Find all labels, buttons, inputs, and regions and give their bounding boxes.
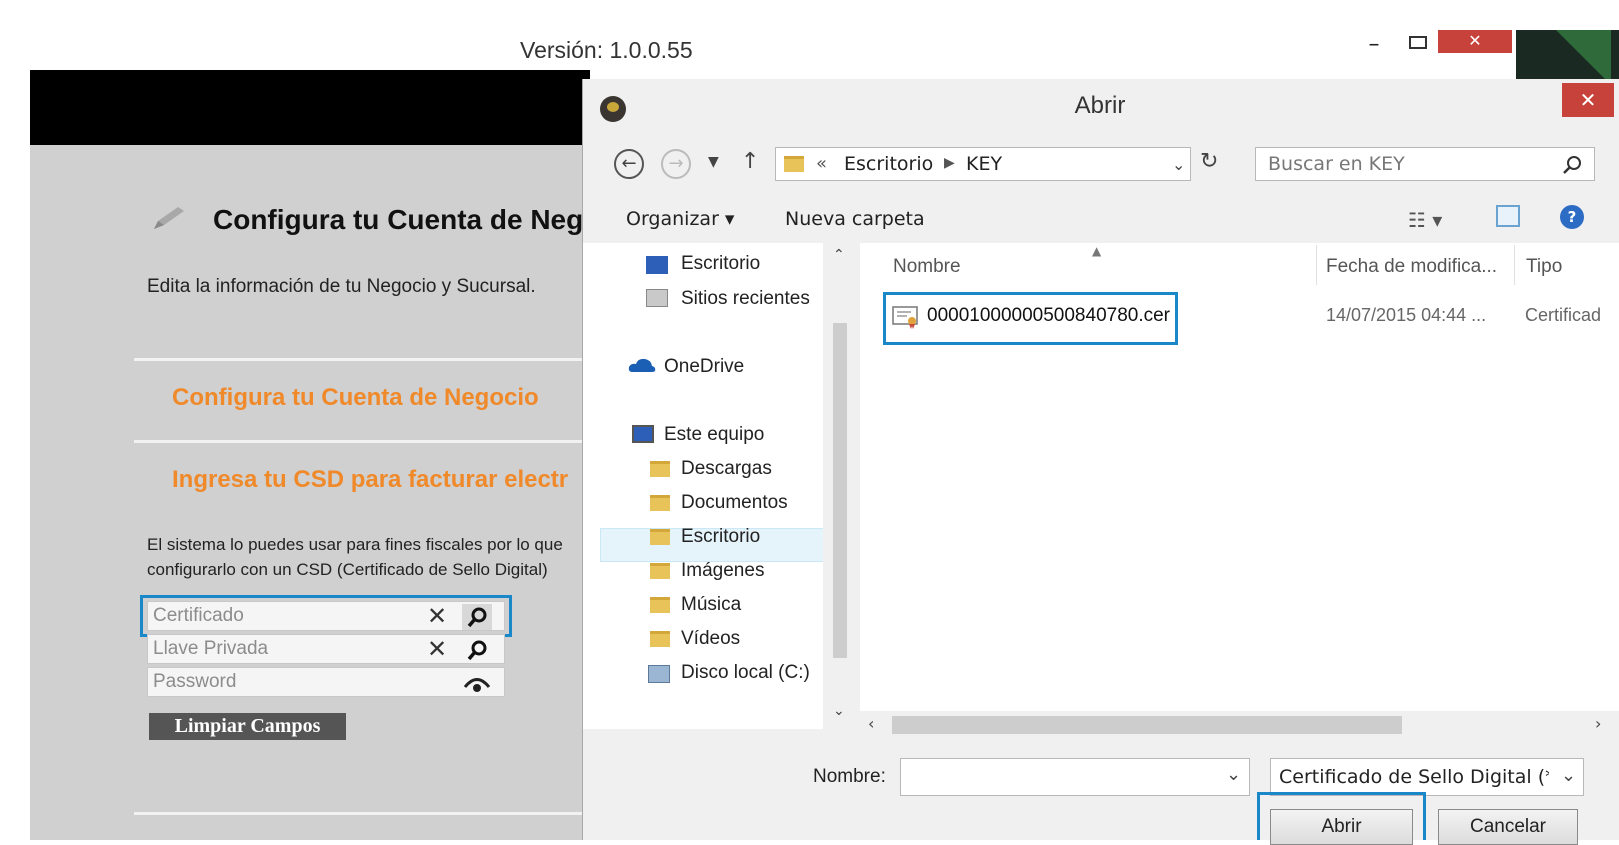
certificate-file-icon <box>892 306 918 329</box>
nav-item-sitios-recientes[interactable]: Sitios recientes <box>681 288 810 310</box>
private-key-field[interactable]: Llave Privada ✕ <box>147 634 505 664</box>
file-type-selected: Certificado de Sello Digital (*.ce <box>1279 766 1549 788</box>
nav-item-este-equipo[interactable]: Este equipo <box>664 424 764 446</box>
dialog-close-button[interactable]: ✕ <box>1562 83 1614 117</box>
csd-description: El sistema lo puedes usar para fines fis… <box>147 532 590 582</box>
clear-private-key-icon[interactable]: ✕ <box>424 635 450 663</box>
forward-arrow-icon[interactable]: → <box>661 149 691 179</box>
column-divider[interactable] <box>1316 245 1317 285</box>
recent-locations-chevron-icon[interactable]: ▼ <box>708 154 719 170</box>
column-header-name[interactable]: Nombre <box>893 256 961 278</box>
search-input[interactable]: Buscar en KEY <box>1255 147 1595 181</box>
background-window-edge <box>1516 30 1619 85</box>
breadcrumb-key[interactable]: KEY <box>966 153 1002 175</box>
up-arrow-icon[interactable]: ↑ <box>741 149 759 174</box>
nav-item-videos[interactable]: Vídeos <box>681 628 740 650</box>
app-icon <box>600 96 626 122</box>
pencil-icon <box>154 207 184 229</box>
address-dropdown-icon[interactable]: ⌄ <box>1172 155 1185 174</box>
help-icon[interactable]: ? <box>1560 205 1584 229</box>
nav-item-escritorio[interactable]: Escritorio <box>681 253 760 275</box>
filename-label: Nombre: <box>813 766 886 787</box>
downloads-folder-icon <box>650 461 670 477</box>
organize-menu[interactable]: Organizar ▾ <box>626 208 734 230</box>
nav-item-onedrive[interactable]: OneDrive <box>664 356 744 378</box>
new-folder-button[interactable]: Nueva carpeta <box>785 208 925 230</box>
clear-fields-button[interactable]: Limpiar Campos <box>149 713 346 740</box>
filename-dropdown-icon[interactable]: ⌄ <box>1226 764 1241 785</box>
sort-ascending-icon: ▲ <box>1092 244 1102 258</box>
desktop-folder-icon <box>650 529 670 545</box>
breadcrumb-escritorio[interactable]: Escritorio <box>844 153 933 175</box>
search-placeholder: Buscar en KEY <box>1268 153 1405 175</box>
search-icon[interactable] <box>462 637 492 663</box>
app-titlebar <box>30 30 1516 70</box>
maximize-button[interactable] <box>1402 30 1430 54</box>
column-header-date[interactable]: Fecha de modifica... <box>1326 256 1497 278</box>
nav-item-musica[interactable]: Música <box>681 594 741 616</box>
password-placeholder: Password <box>153 671 237 692</box>
page-title: Configura tu Cuenta de Neg <box>213 204 584 235</box>
scroll-right-icon[interactable]: › <box>1595 714 1601 733</box>
app-close-button[interactable]: ✕ <box>1438 30 1512 53</box>
search-icon[interactable] <box>1561 154 1583 176</box>
column-header-type[interactable]: Tipo <box>1526 256 1562 278</box>
view-options-icon[interactable]: ☷ ▾ <box>1408 208 1442 232</box>
divider <box>134 812 590 815</box>
videos-folder-icon <box>650 631 670 647</box>
desktop-icon <box>646 256 668 274</box>
onedrive-icon <box>628 358 656 372</box>
nav-item-documentos[interactable]: Documentos <box>681 492 788 514</box>
music-folder-icon <box>650 597 670 613</box>
divider <box>134 440 590 443</box>
pictures-folder-icon <box>650 563 670 579</box>
nav-item-disco-local[interactable]: Disco local (C:) <box>681 662 810 684</box>
nav-item-imagenes[interactable]: Imágenes <box>681 560 764 582</box>
minimize-button[interactable]: – <box>1360 30 1388 60</box>
csd-description-line: configurarlo con un CSD (Certificado de … <box>147 560 548 579</box>
column-divider[interactable] <box>1514 245 1515 285</box>
scrollbar-thumb[interactable] <box>892 716 1402 734</box>
file-row-type: Certificad <box>1525 305 1602 325</box>
scrollbar-thumb[interactable] <box>833 323 847 658</box>
scroll-down-icon[interactable]: ⌄ <box>833 703 845 719</box>
section-business-account[interactable]: Configura tu Cuenta de Negocio <box>172 384 590 412</box>
app-version: Versión: 1.0.0.55 <box>520 37 693 63</box>
drive-icon <box>648 665 670 683</box>
app-header-bar <box>30 70 590 145</box>
folder-icon <box>784 156 804 172</box>
scroll-up-icon[interactable]: ⌃ <box>833 247 845 263</box>
file-type-select[interactable]: Certificado de Sello Digital (*.ce ⌄ <box>1270 758 1584 796</box>
address-bar[interactable]: « Escritorio ▶ KEY ⌄ <box>775 147 1191 181</box>
page-subtitle: Edita la información de tu Negocio y Suc… <box>147 276 536 297</box>
nav-item-escritorio-equipo[interactable]: Escritorio <box>681 526 760 548</box>
csd-description-line: El sistema lo puedes usar para fines fis… <box>147 535 563 554</box>
scroll-left-icon[interactable]: ‹ <box>868 714 874 733</box>
back-arrow-icon[interactable]: ← <box>614 149 644 179</box>
breadcrumb-overflow[interactable]: « <box>816 153 827 174</box>
nav-item-descargas[interactable]: Descargas <box>681 458 772 480</box>
horizontal-scrollbar[interactable]: ‹ › <box>860 711 1619 739</box>
file-row-date: 14/07/2015 04:44 ... <box>1326 305 1487 325</box>
certificate-highlight <box>140 595 512 637</box>
chevron-down-icon: ⌄ <box>1561 765 1577 786</box>
password-field[interactable]: Password <box>147 667 505 697</box>
dialog-title: Abrir <box>1074 92 1126 119</box>
navigation-pane <box>583 243 823 729</box>
documents-folder-icon <box>650 495 670 511</box>
recent-places-icon <box>646 289 668 307</box>
navigation-scrollbar[interactable]: ⌃ ⌄ <box>823 243 855 729</box>
maximize-icon <box>1409 36 1427 49</box>
private-key-placeholder: Llave Privada <box>153 638 269 659</box>
computer-icon <box>632 425 654 443</box>
divider <box>134 358 590 361</box>
filename-input[interactable] <box>900 758 1250 796</box>
show-password-icon[interactable] <box>462 670 492 696</box>
preview-pane-icon[interactable] <box>1496 205 1520 227</box>
file-row-name[interactable]: 00001000000500840780.cer <box>927 305 1170 327</box>
breadcrumb-separator-icon: ▶ <box>944 155 955 171</box>
refresh-icon[interactable]: ↻ <box>1200 149 1218 174</box>
section-csd[interactable]: Ingresa tu CSD para facturar electr <box>172 466 590 494</box>
